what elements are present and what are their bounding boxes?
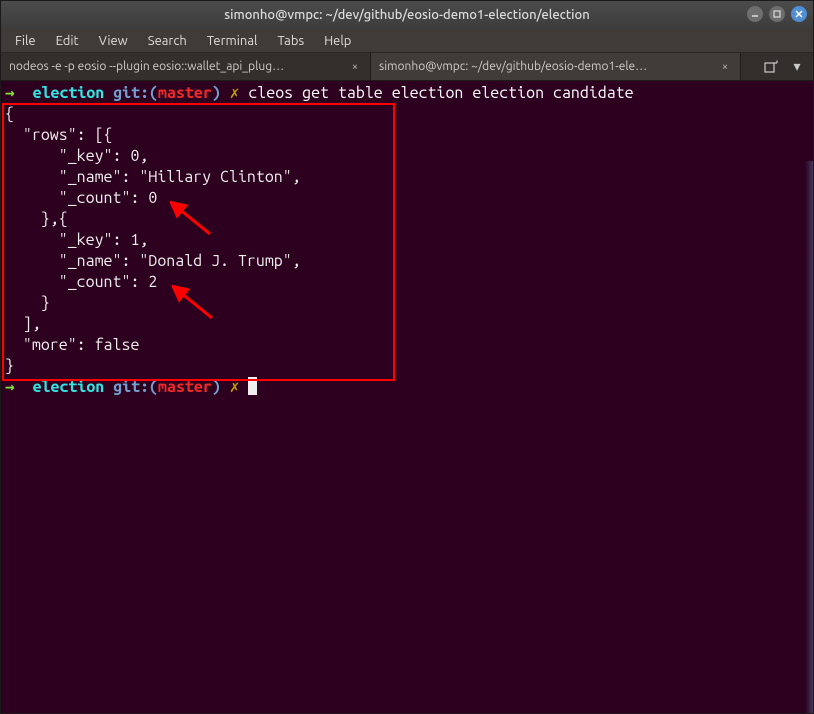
tab-2-close-icon[interactable]: ×	[718, 60, 732, 74]
output-line-9: }	[5, 294, 50, 312]
prompt2-branch: master	[158, 378, 212, 396]
prompt-branch-close: )	[212, 84, 221, 102]
menubar: File Edit View Search Terminal Tabs Help	[1, 29, 813, 53]
minimize-button[interactable]	[747, 6, 763, 22]
tab-1-close-icon[interactable]: ×	[348, 60, 362, 74]
output-line-11: "more": false	[5, 336, 139, 354]
output-line-3: "_name": "Hillary Clinton",	[5, 168, 301, 186]
output-line-0: {	[5, 105, 14, 123]
prompt2-arrow: →	[5, 378, 15, 396]
prompt-branch: master	[158, 84, 212, 102]
prompt2-branch-close: )	[212, 378, 221, 396]
tabbar-right: ▾	[755, 53, 813, 80]
menu-tabs[interactable]: Tabs	[267, 31, 314, 51]
prompt-branch-open: (	[149, 84, 158, 102]
menu-search[interactable]: Search	[138, 31, 197, 51]
output-line-1: "rows": [{	[5, 126, 113, 144]
tab-1[interactable]: nodeos -e -p eosio --plugin eosio::walle…	[1, 53, 371, 80]
window-controls	[747, 6, 807, 22]
menu-help[interactable]: Help	[314, 31, 361, 51]
prompt2-git: git:	[113, 378, 149, 396]
prompt2-dirty-icon: ✗	[230, 378, 240, 396]
tab-1-label: nodeos -e -p eosio --plugin eosio::walle…	[9, 60, 342, 73]
output-line-5: },{	[5, 210, 68, 228]
prompt-dirty-icon: ✗	[230, 84, 240, 102]
close-button[interactable]	[791, 6, 807, 22]
output-line-12: }	[5, 357, 14, 375]
prompt-git: git:	[113, 84, 149, 102]
menu-terminal[interactable]: Terminal	[197, 31, 268, 51]
terminal-window: simonho@vmpc: ~/dev/github/eosio-demo1-e…	[0, 0, 814, 714]
command-text: cleos get table election election candid…	[248, 84, 633, 102]
titlebar: simonho@vmpc: ~/dev/github/eosio-demo1-e…	[1, 1, 813, 29]
output-line-2: "_key": 0,	[5, 147, 148, 165]
cursor	[248, 377, 257, 395]
new-tab-button[interactable]	[761, 57, 781, 77]
menu-edit[interactable]: Edit	[46, 31, 89, 51]
maximize-button[interactable]	[769, 6, 785, 22]
tab-2-label: simonho@vmpc: ~/dev/github/eosio-demo1-e…	[379, 60, 712, 73]
tab-2[interactable]: simonho@vmpc: ~/dev/github/eosio-demo1-e…	[371, 53, 741, 80]
output-line-6: "_key": 1,	[5, 231, 148, 249]
output-line-7: "_name": "Donald J. Trump",	[5, 252, 301, 270]
output-line-4: "_count": 0	[5, 189, 157, 207]
prompt-dir: election	[33, 84, 105, 102]
menu-view[interactable]: View	[89, 31, 138, 51]
tab-menu-button[interactable]: ▾	[787, 57, 807, 77]
output-line-8: "_count": 2	[5, 273, 157, 291]
window-title: simonho@vmpc: ~/dev/github/eosio-demo1-e…	[224, 8, 589, 22]
terminal-area[interactable]: → election git:(master) ✗ cleos get tabl…	[1, 81, 813, 713]
output-line-10: ],	[5, 315, 41, 333]
prompt2-branch-open: (	[149, 378, 158, 396]
tabbar: nodeos -e -p eosio --plugin eosio::walle…	[1, 53, 813, 81]
prompt2-dir: election	[33, 378, 105, 396]
prompt-arrow: →	[5, 84, 15, 102]
menu-file[interactable]: File	[5, 31, 46, 51]
scrollbar[interactable]	[805, 161, 813, 713]
